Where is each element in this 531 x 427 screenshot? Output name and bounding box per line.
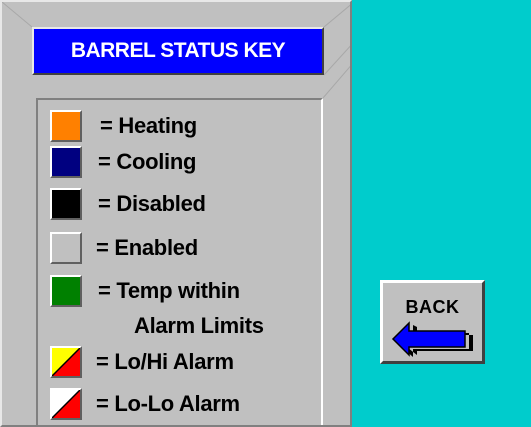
legend-label-lo-lo-alarm: = Lo-Lo Alarm: [96, 391, 240, 416]
legend-label-lo-hi-alarm: = Lo/Hi Alarm: [96, 349, 234, 374]
legend-label-cooling: = Cooling: [98, 149, 197, 174]
orange-swatch-icon: [50, 110, 82, 142]
back-button-label: BACK: [405, 297, 460, 317]
back-button[interactable]: BACK: [380, 280, 485, 364]
legend-label-temp-within: = Temp within: [98, 278, 240, 303]
status-key-panel: BARREL STATUS KEY = Heating = Cooling = …: [0, 0, 352, 427]
legend-label-heating: = Heating: [100, 113, 197, 138]
legend-box: = Heating = Cooling = Disabled = Enabled…: [36, 98, 323, 425]
page-title: BARREL STATUS KEY: [32, 27, 324, 75]
white-red-swatch-icon: [50, 388, 82, 420]
navy-swatch-icon: [50, 146, 82, 178]
legend-label-enabled: = Enabled: [96, 235, 198, 260]
legend-label-alarm-limits: Alarm Limits: [134, 313, 264, 338]
left-arrow-icon: [391, 321, 473, 357]
green-swatch-icon: [50, 275, 82, 307]
legend-label-disabled: = Disabled: [98, 191, 206, 216]
black-swatch-icon: [50, 188, 82, 220]
yellow-red-swatch-icon: [50, 346, 82, 378]
gray-swatch-icon: [50, 232, 82, 264]
